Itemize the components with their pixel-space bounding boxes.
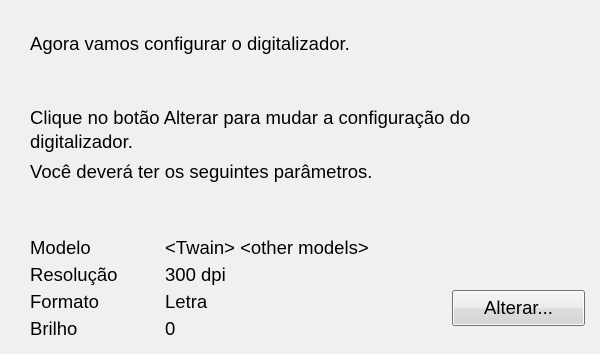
param-value: <Twain> <other models>	[165, 236, 369, 258]
param-value: 300 dpi	[165, 263, 226, 285]
intro-text: Agora vamos configurar o digitalizador.	[30, 33, 350, 54]
instruction-text: Clique no botão Alterar para mudar a con…	[30, 107, 471, 152]
scanner-config-panel: Agora vamos configurar o digitalizador. …	[0, 0, 600, 354]
param-label: Brilho	[30, 317, 78, 339]
parameters-heading: Você deverá ter os seguintes parâmetros.	[30, 161, 373, 182]
param-row-format: Formato Letra	[30, 288, 450, 315]
param-row-brightness: Brilho 0	[30, 315, 450, 342]
parameters-list: Modelo <Twain> <other models> Resolução …	[30, 234, 450, 342]
param-label: Resolução	[30, 263, 118, 285]
param-value: Letra	[165, 290, 208, 312]
param-row-model: Modelo <Twain> <other models>	[30, 234, 450, 261]
param-label: Modelo	[30, 236, 91, 258]
param-row-resolution: Resolução 300 dpi	[30, 261, 450, 288]
param-value: 0	[165, 317, 176, 339]
change-button[interactable]: Alterar...	[452, 290, 585, 326]
param-label: Formato	[30, 290, 99, 312]
